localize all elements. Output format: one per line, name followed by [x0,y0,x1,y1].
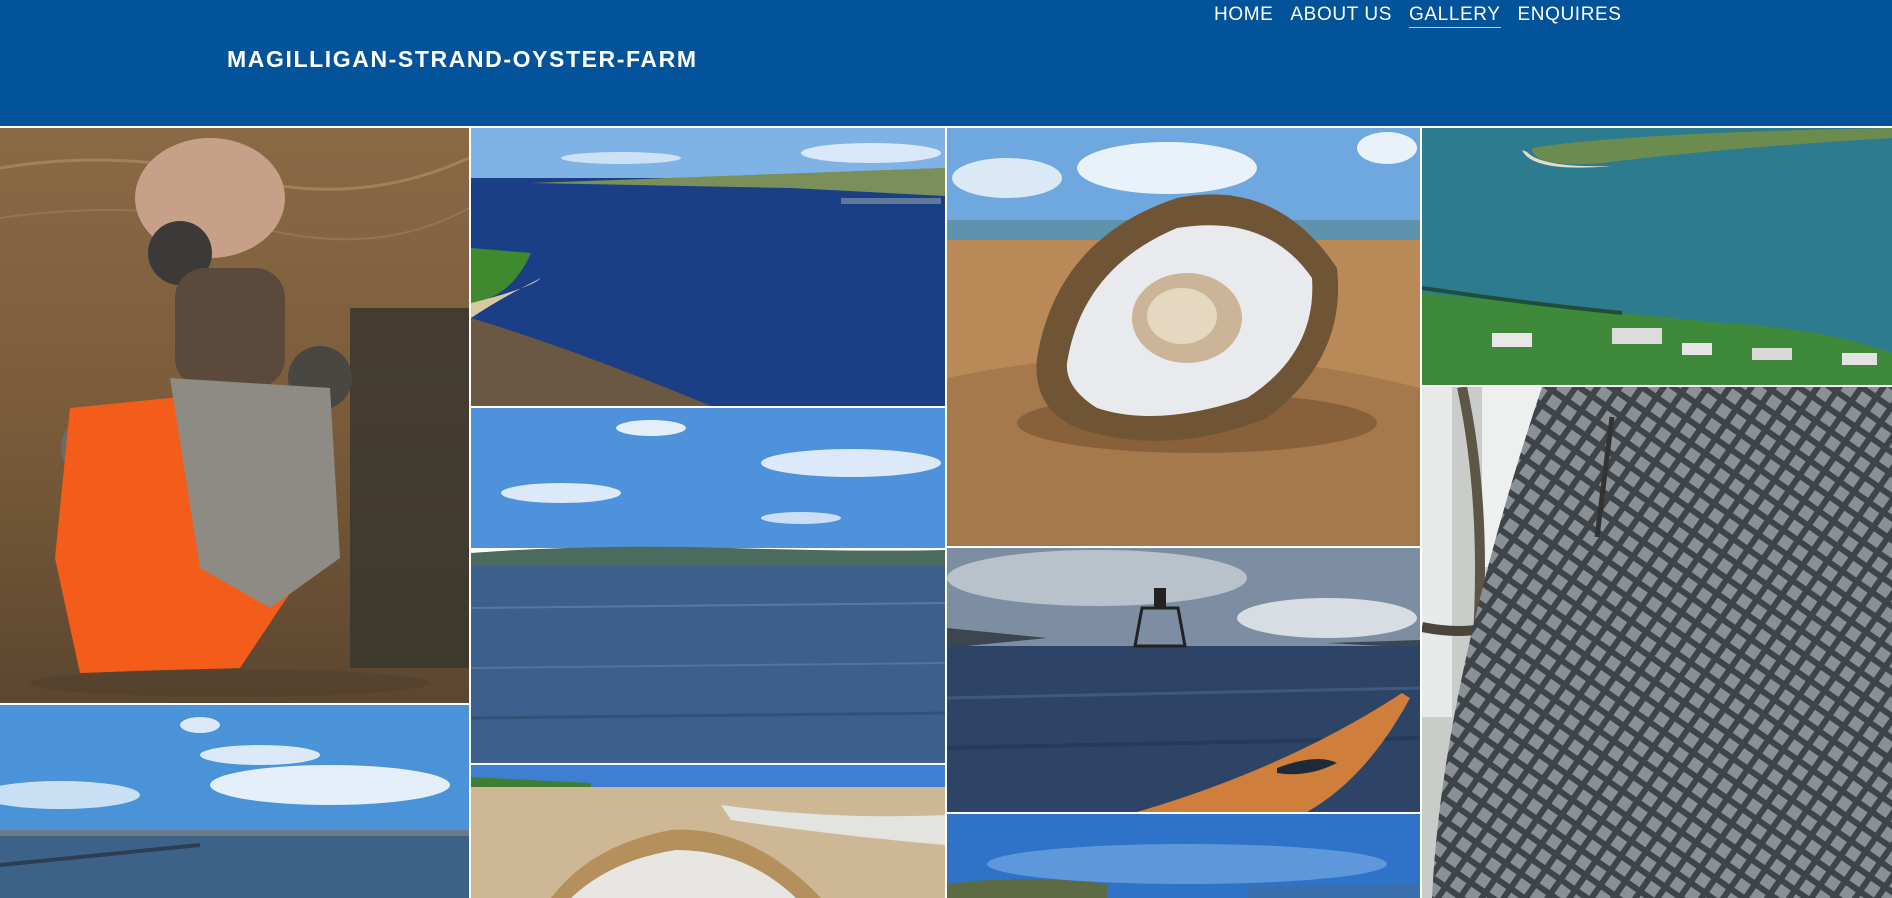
nav-home[interactable]: HOME [1214,4,1273,28]
gallery-photo-aerial-coast-village[interactable] [1422,128,1892,385]
site-header: MAGILLIGAN-STRAND-OYSTER-FARM HOME ABOUT… [0,0,1892,126]
nav-enquires[interactable]: ENQUIRES [1518,4,1622,28]
gallery-photo-oyster-net-bag[interactable] [1422,387,1892,898]
gallery-photo-calm-sea-sky[interactable] [471,408,945,763]
gallery-photo-aerial-lough[interactable] [471,128,945,406]
gallery-photo-farmers-wading[interactable] [0,128,469,703]
nav-about-us[interactable]: ABOUT US [1290,4,1392,28]
gallery-photo-oyster-on-sand[interactable] [947,128,1420,546]
gallery-photo-sea-horizon-clouds[interactable] [0,705,469,898]
site-title-link[interactable]: MAGILLIGAN-STRAND-OYSTER-FARM [227,46,698,73]
gallery-photo-beach-oyster[interactable] [471,765,945,898]
nav-gallery[interactable]: GALLERY [1409,4,1501,28]
gallery-photo-coast-blue-sky[interactable] [947,814,1420,898]
main-nav: HOME ABOUT US GALLERY ENQUIRES [1214,4,1639,28]
gallery-photo-lighthouse-kayak[interactable] [947,548,1420,812]
